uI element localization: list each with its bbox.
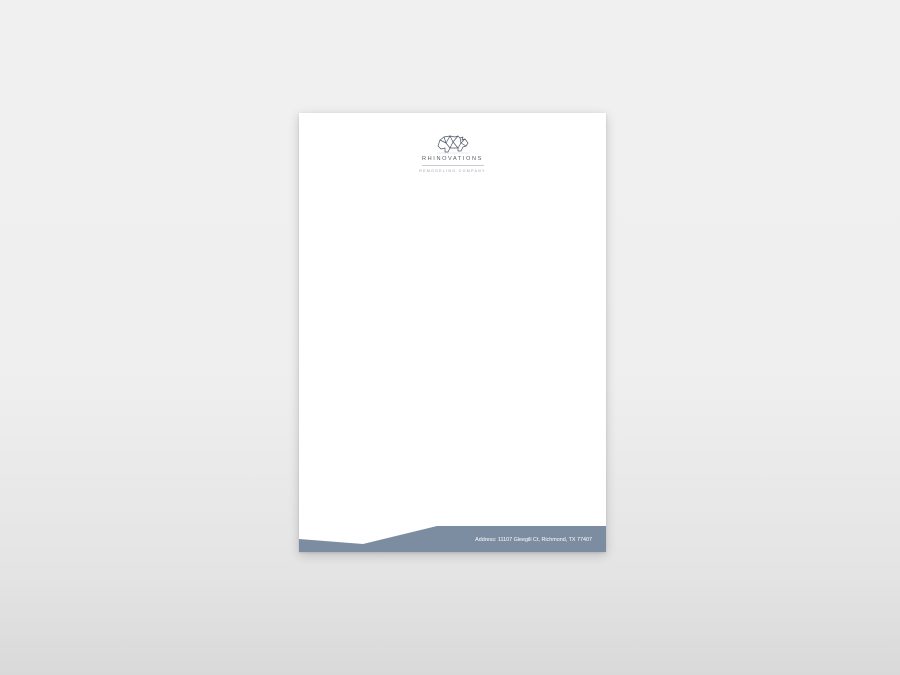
brand-tagline: REMODELING COMPANY [419, 169, 486, 173]
footer-address: Address: 11107 Gleegill Ct, Richmond, TX… [475, 537, 592, 543]
letterhead-sheet: RHINOVATIONS REMODELING COMPANY Address:… [299, 113, 606, 552]
brand-logo: RHINOVATIONS REMODELING COMPANY [299, 132, 606, 174]
brand-name: RHINOVATIONS [422, 156, 483, 162]
rhino-icon [436, 135, 469, 154]
brand-divider [421, 165, 484, 166]
